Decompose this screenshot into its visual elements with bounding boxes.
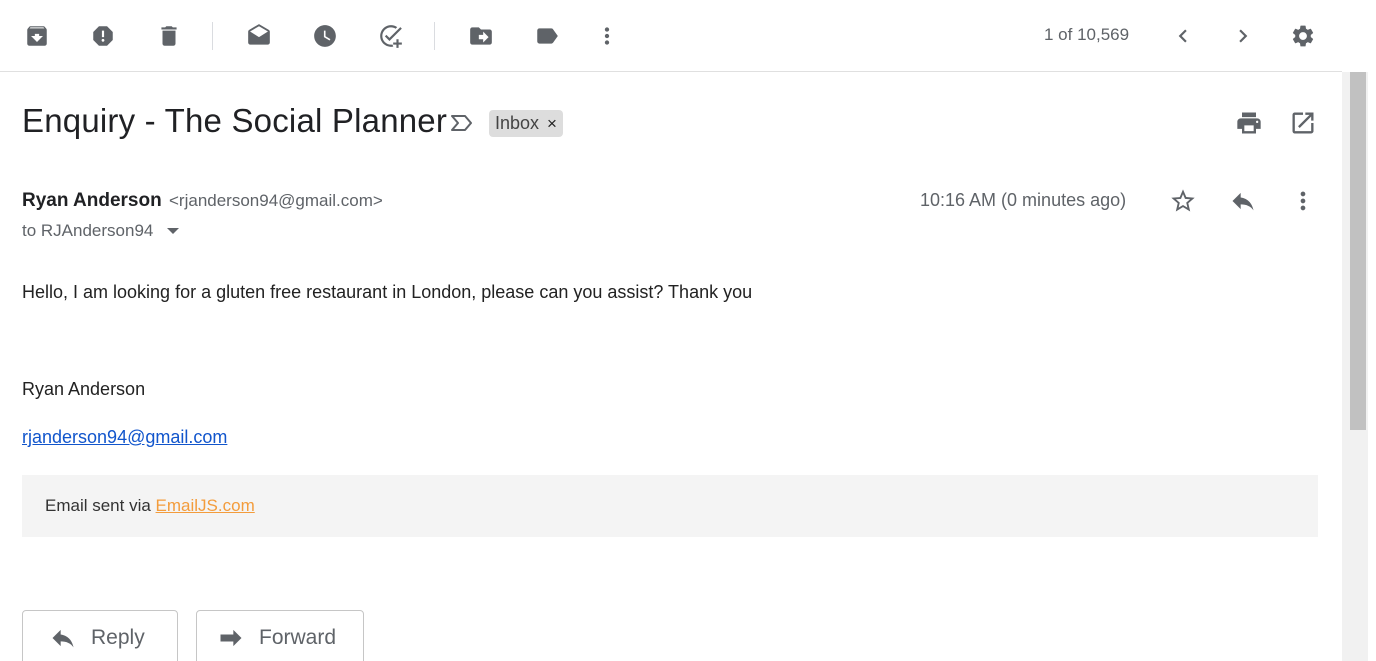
snooze-icon	[314, 25, 336, 47]
recipient-details-toggle[interactable]: to RJAnderson94	[22, 221, 180, 241]
gear-icon	[1292, 25, 1314, 47]
report-spam-icon	[93, 26, 113, 46]
sender-name[interactable]: Ryan Anderson	[22, 190, 162, 211]
recipient-text: to RJAnderson94	[22, 221, 154, 240]
signature-email-link[interactable]: rjanderson94@gmail.com	[22, 427, 227, 448]
report-spam-button[interactable]	[83, 16, 123, 56]
emailjs-footer: Email sent via EmailJS.com	[22, 475, 1318, 537]
print-button[interactable]	[1231, 105, 1267, 141]
delete-button[interactable]	[149, 16, 189, 56]
message-more-button[interactable]	[1285, 183, 1321, 219]
message-body-text: Hello, I am looking for a gluten free re…	[22, 282, 753, 302]
scrollbar-thumb[interactable]	[1350, 72, 1366, 430]
label-chip-inbox: Inbox ×	[489, 110, 563, 137]
sender-line: Ryan Anderson <rjanderson94@gmail.com>	[22, 190, 383, 212]
snooze-button[interactable]	[305, 16, 345, 56]
delete-icon	[161, 26, 177, 46]
email-subject: Enquiry - The Social Planner	[22, 102, 448, 139]
forward-icon	[220, 629, 242, 647]
chevron-right-icon	[1239, 29, 1248, 43]
move-to-button[interactable]	[461, 16, 501, 56]
more-actions-button[interactable]	[587, 16, 627, 56]
more-vert-icon	[1300, 191, 1306, 211]
forward-label: Forward	[259, 626, 337, 649]
reply-icon-button[interactable]	[1225, 183, 1261, 219]
move-to-icon	[470, 27, 492, 45]
emailjs-link[interactable]: EmailJS.com	[156, 496, 255, 515]
mark-unread-icon	[248, 24, 270, 45]
older-button[interactable]	[1223, 16, 1263, 56]
reply-icon	[52, 629, 74, 648]
page-edge	[1368, 0, 1376, 661]
mark-unread-button[interactable]	[239, 16, 279, 56]
newer-button[interactable]	[1163, 16, 1203, 56]
star-button[interactable]	[1165, 183, 1201, 219]
remove-label-button[interactable]: ×	[547, 114, 557, 134]
add-to-tasks-icon	[380, 25, 402, 48]
star-outline-icon	[1171, 189, 1195, 212]
message-toolbar: 1 of 10,569	[0, 0, 1342, 72]
more-vert-icon	[604, 27, 610, 45]
archive-icon	[27, 26, 47, 46]
footer-prefix: Email sent via	[45, 496, 156, 515]
footer-text: Email sent via EmailJS.com	[45, 496, 255, 516]
reply-icon	[1232, 192, 1254, 211]
message-timestamp: 10:16 AM (0 minutes ago)	[920, 190, 1127, 210]
labels-button[interactable]	[527, 16, 567, 56]
toolbar-divider	[434, 22, 435, 50]
sender-email: <rjanderson94@gmail.com>	[169, 191, 383, 210]
labels-icon	[537, 28, 558, 44]
print-icon	[1237, 112, 1261, 134]
settings-button[interactable]	[1283, 16, 1323, 56]
open-in-new-icon	[1292, 112, 1314, 134]
signature-name: Ryan Anderson	[22, 379, 146, 399]
add-to-tasks-button[interactable]	[371, 16, 411, 56]
reply-label: Reply	[91, 626, 145, 649]
scrollbar[interactable]	[1342, 72, 1368, 661]
reply-button[interactable]: Reply	[22, 610, 178, 661]
caret-down-icon	[167, 228, 180, 234]
forward-button[interactable]: Forward	[196, 610, 364, 661]
chevron-left-icon	[1178, 29, 1187, 43]
toolbar-divider	[212, 22, 213, 50]
label-chip-text: Inbox	[495, 113, 540, 133]
pagination-count: 1 of 10,569	[1044, 25, 1130, 44]
importance-marker-icon[interactable]	[449, 110, 475, 136]
archive-button[interactable]	[17, 16, 57, 56]
open-new-window-button[interactable]	[1285, 105, 1321, 141]
